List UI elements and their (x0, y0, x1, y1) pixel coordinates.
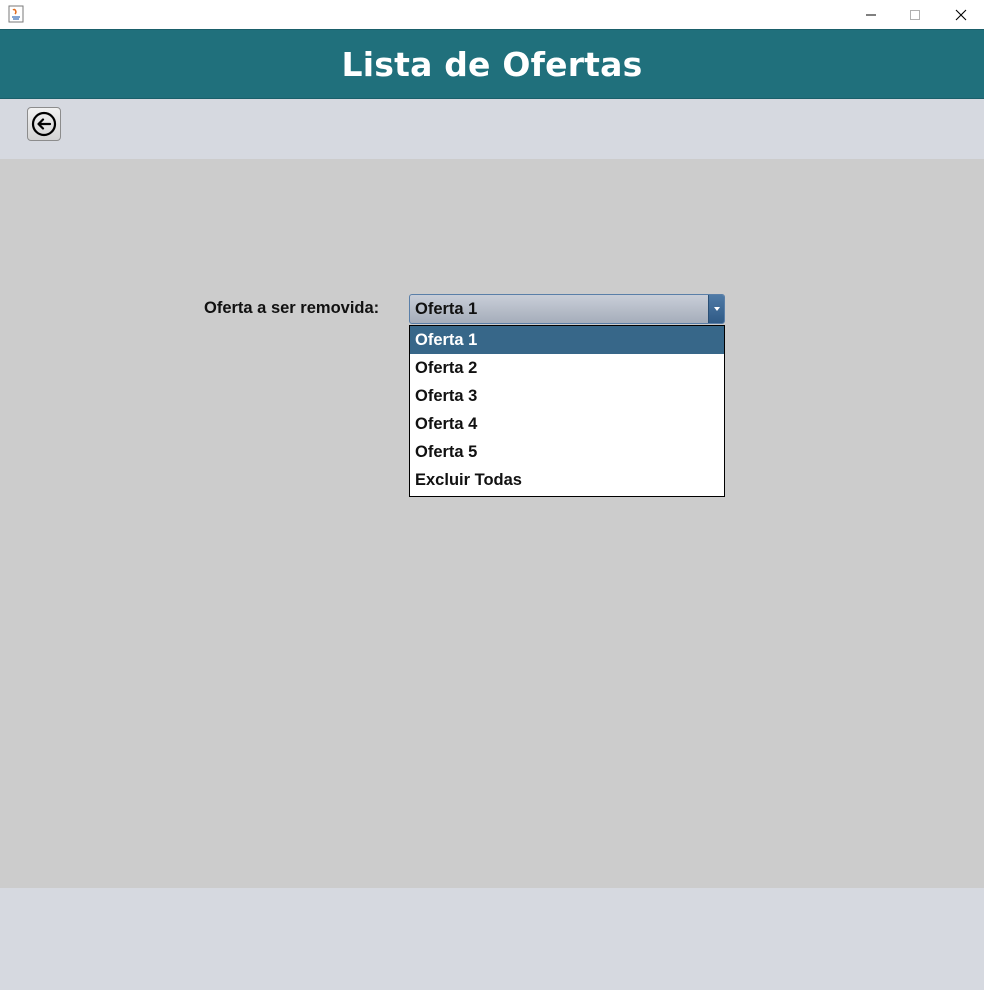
offer-combo-box[interactable]: Oferta 1 (409, 294, 725, 324)
page-title: Lista de Ofertas (341, 44, 643, 84)
combo-dropdown-button[interactable] (708, 295, 724, 323)
chevron-down-icon (713, 307, 720, 311)
toolbar (0, 99, 984, 159)
option-oferta-2[interactable]: Oferta 2 (410, 354, 724, 382)
arrow-left-circle-icon (31, 111, 57, 137)
java-app-icon (8, 5, 24, 23)
combo-selected-value: Oferta 1 (415, 300, 478, 318)
page-header: Lista de Ofertas (0, 29, 984, 99)
maximize-button[interactable] (892, 0, 938, 29)
option-oferta-1[interactable]: Oferta 1 (410, 326, 724, 354)
main-content-area (0, 159, 984, 888)
back-button[interactable] (27, 107, 61, 141)
window-titlebar (0, 0, 984, 29)
combo-options-list: Oferta 1 Oferta 2 Oferta 3 Oferta 4 Ofer… (409, 325, 725, 497)
option-excluir-todas[interactable]: Excluir Todas (410, 466, 724, 494)
option-oferta-5[interactable]: Oferta 5 (410, 438, 724, 466)
close-button[interactable] (938, 0, 984, 29)
minimize-button[interactable] (848, 0, 894, 29)
option-oferta-4[interactable]: Oferta 4 (410, 410, 724, 438)
offer-to-remove-label: Oferta a ser removida: (204, 299, 380, 317)
footer-area (0, 888, 984, 990)
option-oferta-3[interactable]: Oferta 3 (410, 382, 724, 410)
